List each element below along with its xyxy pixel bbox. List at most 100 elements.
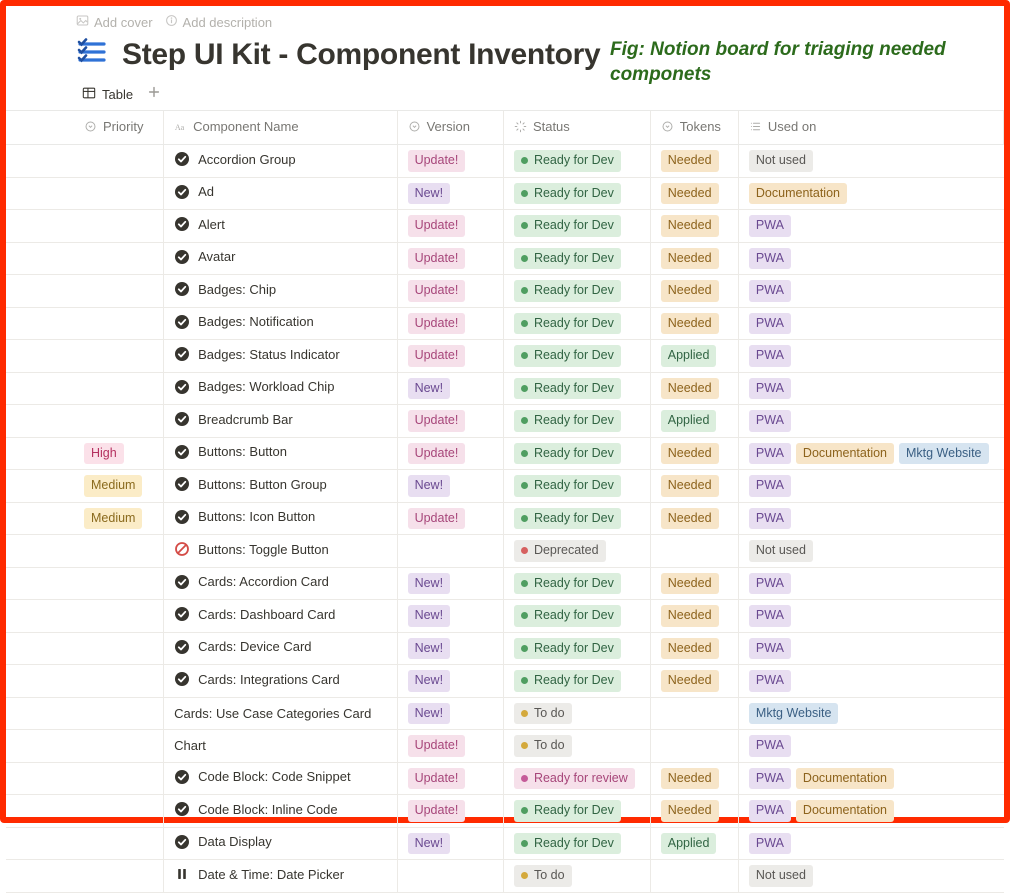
cell-name[interactable]: Buttons: Button Group [164, 470, 397, 503]
cell-version[interactable]: New! [397, 470, 503, 503]
table-row[interactable]: Cards: Accordion CardNew!Ready for DevNe… [6, 567, 1004, 600]
cell-version[interactable]: Update! [397, 145, 503, 178]
cell-name[interactable]: Code Block: Inline Code [164, 795, 397, 828]
cell-used-on[interactable]: PWA [738, 567, 1003, 600]
cell-priority[interactable] [6, 762, 164, 795]
cell-status[interactable]: To do [503, 697, 650, 730]
cell-tokens[interactable]: Needed [650, 795, 738, 828]
cell-version[interactable]: New! [397, 177, 503, 210]
cell-tokens[interactable]: Needed [650, 600, 738, 633]
cell-status[interactable]: Ready for Dev [503, 340, 650, 373]
cell-version[interactable]: Update! [397, 795, 503, 828]
cell-priority[interactable] [6, 600, 164, 633]
cell-version[interactable] [397, 535, 503, 568]
cell-name[interactable]: Cards: Device Card [164, 632, 397, 665]
cell-version[interactable]: Update! [397, 762, 503, 795]
table-row[interactable]: Data DisplayNew!Ready for DevAppliedPWA [6, 827, 1004, 860]
cell-name[interactable]: Badges: Chip [164, 275, 397, 308]
table-row[interactable]: Cards: Device CardNew!Ready for DevNeede… [6, 632, 1004, 665]
table-row[interactable]: AvatarUpdate!Ready for DevNeededPWA [6, 242, 1004, 275]
cell-used-on[interactable]: PWA [738, 275, 1003, 308]
cell-used-on[interactable]: PWA [738, 307, 1003, 340]
cell-status[interactable]: Ready for Dev [503, 567, 650, 600]
cell-version[interactable]: Update! [397, 210, 503, 243]
cell-priority[interactable] [6, 275, 164, 308]
cell-status[interactable]: Ready for Dev [503, 275, 650, 308]
table-row[interactable]: Code Block: Code SnippetUpdate!Ready for… [6, 762, 1004, 795]
col-status[interactable]: Status [503, 111, 650, 145]
add-cover-button[interactable]: Add cover [76, 14, 153, 30]
cell-version[interactable]: Update! [397, 340, 503, 373]
cell-tokens[interactable]: Needed [650, 242, 738, 275]
cell-status[interactable]: Ready for Dev [503, 372, 650, 405]
cell-status[interactable]: To do [503, 860, 650, 893]
cell-tokens[interactable]: Needed [650, 437, 738, 470]
cell-name[interactable]: Badges: Workload Chip [164, 372, 397, 405]
cell-used-on[interactable]: PWA [738, 405, 1003, 438]
cell-used-on[interactable]: PWA [738, 372, 1003, 405]
table-row[interactable]: Cards: Integrations CardNew!Ready for De… [6, 665, 1004, 698]
cell-version[interactable]: New! [397, 600, 503, 633]
cell-priority[interactable] [6, 307, 164, 340]
table-row[interactable]: Accordion GroupUpdate!Ready for DevNeede… [6, 145, 1004, 178]
cell-priority[interactable] [6, 567, 164, 600]
cell-status[interactable]: Ready for Dev [503, 632, 650, 665]
cell-name[interactable]: Ad [164, 177, 397, 210]
cell-name[interactable]: Accordion Group [164, 145, 397, 178]
cell-version[interactable]: New! [397, 697, 503, 730]
cell-version[interactable] [397, 860, 503, 893]
cell-used-on[interactable]: PWA [738, 827, 1003, 860]
cell-tokens[interactable]: Applied [650, 405, 738, 438]
cell-tokens[interactable] [650, 860, 738, 893]
table-row[interactable]: Code Block: Inline CodeUpdate!Ready for … [6, 795, 1004, 828]
col-version[interactable]: Version [397, 111, 503, 145]
cell-used-on[interactable]: Not used [738, 860, 1003, 893]
cell-status[interactable]: Ready for Dev [503, 307, 650, 340]
cell-status[interactable]: Ready for Dev [503, 177, 650, 210]
cell-tokens[interactable]: Needed [650, 762, 738, 795]
cell-priority[interactable] [6, 242, 164, 275]
table-row[interactable]: Badges: NotificationUpdate!Ready for Dev… [6, 307, 1004, 340]
cell-version[interactable]: Update! [397, 307, 503, 340]
cell-priority[interactable] [6, 177, 164, 210]
cell-tokens[interactable]: Needed [650, 632, 738, 665]
cell-tokens[interactable]: Needed [650, 177, 738, 210]
cell-priority[interactable] [6, 210, 164, 243]
cell-name[interactable]: Cards: Integrations Card [164, 665, 397, 698]
cell-version[interactable]: Update! [397, 502, 503, 535]
cell-tokens[interactable]: Needed [650, 275, 738, 308]
cell-tokens[interactable]: Needed [650, 567, 738, 600]
cell-version[interactable]: Update! [397, 275, 503, 308]
cell-name[interactable]: Cards: Use Case Categories Card [164, 697, 397, 730]
cell-name[interactable]: Code Block: Code Snippet [164, 762, 397, 795]
cell-priority[interactable] [6, 697, 164, 730]
cell-name[interactable]: Buttons: Icon Button [164, 502, 397, 535]
cell-status[interactable]: Ready for Dev [503, 665, 650, 698]
cell-status[interactable]: To do [503, 730, 650, 763]
table-row[interactable]: AlertUpdate!Ready for DevNeededPWA [6, 210, 1004, 243]
cell-status[interactable]: Ready for Dev [503, 600, 650, 633]
cell-priority[interactable] [6, 372, 164, 405]
cell-used-on[interactable]: PWA [738, 340, 1003, 373]
cell-used-on[interactable]: PWA [738, 470, 1003, 503]
table-row[interactable]: Cards: Use Case Categories CardNew!To do… [6, 697, 1004, 730]
cell-priority[interactable] [6, 535, 164, 568]
cell-name[interactable]: Cards: Dashboard Card [164, 600, 397, 633]
cell-tokens[interactable] [650, 730, 738, 763]
cell-version[interactable]: Update! [397, 730, 503, 763]
cell-used-on[interactable]: Documentation [738, 177, 1003, 210]
cell-used-on[interactable]: PWADocumentationMktg Website [738, 437, 1003, 470]
add-view-button[interactable] [143, 84, 165, 106]
table-row[interactable]: HighButtons: ButtonUpdate!Ready for DevN… [6, 437, 1004, 470]
cell-tokens[interactable]: Applied [650, 827, 738, 860]
cell-priority[interactable]: Medium [6, 502, 164, 535]
table-row[interactable]: Badges: Workload ChipNew!Ready for DevNe… [6, 372, 1004, 405]
table-row[interactable]: Buttons: Toggle ButtonDeprecatedNot used [6, 535, 1004, 568]
cell-priority[interactable] [6, 665, 164, 698]
cell-tokens[interactable]: Needed [650, 502, 738, 535]
cell-status[interactable]: Ready for Dev [503, 470, 650, 503]
cell-version[interactable]: Update! [397, 405, 503, 438]
cell-name[interactable]: Chart [164, 730, 397, 763]
cell-name[interactable]: Date & Time: Date Picker [164, 860, 397, 893]
cell-version[interactable]: Update! [397, 242, 503, 275]
